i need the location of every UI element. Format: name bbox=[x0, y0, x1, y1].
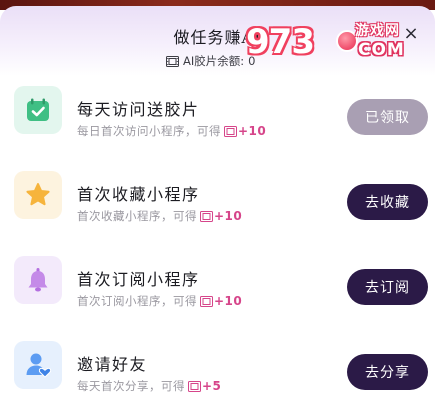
task-desc: 首次订阅小程序，可得 +10 bbox=[77, 293, 242, 309]
watermark-site-en: COM bbox=[358, 40, 405, 60]
watermark-logo: 973 游戏网 COM bbox=[240, 18, 430, 68]
film-icon bbox=[188, 380, 201, 392]
task-name: 首次收藏小程序 bbox=[77, 185, 200, 204]
task-name: 首次订阅小程序 bbox=[77, 270, 200, 289]
task-desc: 首次收藏小程序，可得 +10 bbox=[77, 208, 242, 224]
calendar-check-icon bbox=[14, 86, 62, 134]
task-reward-value: +10 bbox=[238, 124, 267, 138]
task-desc-text: 每日首次访问小程序，可得 bbox=[77, 124, 221, 138]
film-icon bbox=[224, 125, 237, 137]
task-reward: +10 bbox=[224, 124, 266, 138]
share-button[interactable]: 去分享 bbox=[347, 354, 428, 390]
film-icon bbox=[200, 210, 213, 222]
bell-icon bbox=[14, 256, 62, 304]
film-icon bbox=[200, 295, 213, 307]
task-item-daily-visit: 每天访问送胶片 每日首次访问小程序，可得 +10 已领取 bbox=[0, 86, 435, 156]
task-desc: 每天首次分享，可得 +5 bbox=[77, 378, 221, 394]
task-desc-text: 首次收藏小程序，可得 bbox=[77, 209, 197, 223]
task-item-favorite: 首次收藏小程序 首次收藏小程序，可得 +10 去收藏 bbox=[0, 171, 435, 241]
task-reward: +5 bbox=[188, 379, 221, 393]
task-reward-value: +10 bbox=[214, 294, 243, 308]
task-desc-text: 首次订阅小程序，可得 bbox=[77, 294, 197, 308]
user-heart-icon bbox=[14, 341, 62, 389]
task-sheet: 做任务赚AI AI胶片余额: 0 × 973 游戏网 COM 每天访问送胶片 每… bbox=[0, 6, 435, 408]
task-name: 邀请好友 bbox=[77, 355, 148, 374]
task-name: 每天访问送胶片 bbox=[77, 100, 200, 119]
task-desc: 每日首次访问小程序，可得 +10 bbox=[77, 123, 266, 139]
task-reward-value: +5 bbox=[202, 379, 222, 393]
favorite-button[interactable]: 去收藏 bbox=[347, 184, 428, 220]
watermark-site-cn: 游戏网 bbox=[355, 23, 400, 39]
subscribe-button[interactable]: 去订阅 bbox=[347, 269, 428, 305]
task-desc-text: 每天首次分享，可得 bbox=[77, 379, 185, 393]
film-icon bbox=[166, 55, 179, 67]
task-item-subscribe: 首次订阅小程序 首次订阅小程序，可得 +10 去订阅 bbox=[0, 256, 435, 326]
star-icon bbox=[14, 171, 62, 219]
task-reward: +10 bbox=[200, 294, 242, 308]
claimed-button[interactable]: 已领取 bbox=[347, 99, 428, 135]
task-reward: +10 bbox=[200, 209, 242, 223]
balance-label: AI胶片余额: bbox=[183, 54, 245, 68]
task-item-invite: 邀请好友 每天首次分享，可得 +5 去分享 bbox=[0, 341, 435, 408]
task-reward-value: +10 bbox=[214, 209, 243, 223]
watermark-digits: 973 bbox=[246, 22, 315, 62]
